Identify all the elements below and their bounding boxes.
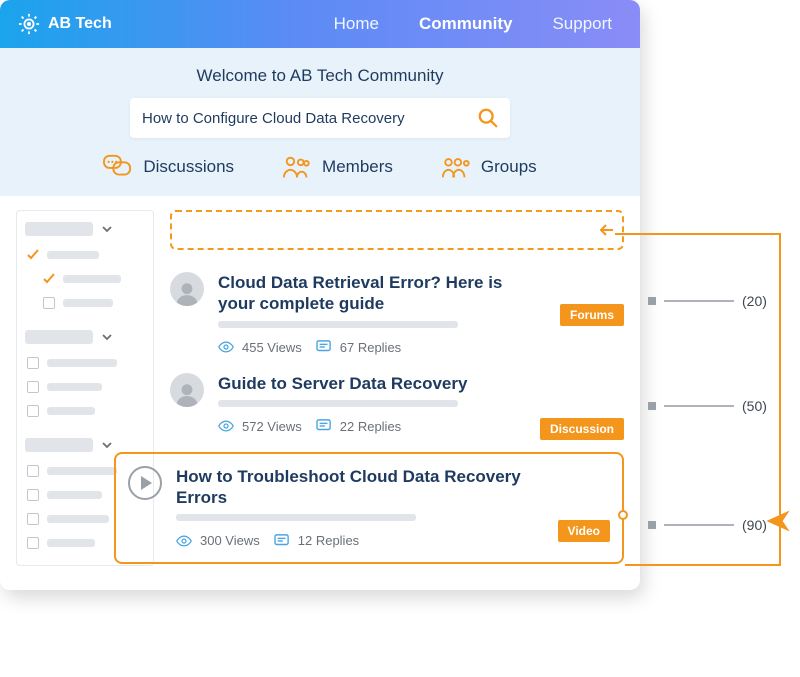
checkbox-icon bbox=[27, 381, 39, 393]
skeleton-line bbox=[218, 321, 458, 328]
nav-community[interactable]: Community bbox=[419, 14, 513, 34]
nav-support[interactable]: Support bbox=[552, 14, 612, 34]
avatar-icon bbox=[170, 272, 204, 306]
filter-group-header[interactable] bbox=[25, 327, 145, 347]
play-icon bbox=[128, 466, 162, 500]
members-icon bbox=[282, 154, 312, 180]
category-members[interactable]: Members bbox=[282, 154, 393, 180]
hero: Welcome to AB Tech Community Discussions bbox=[0, 48, 640, 196]
highlighted-result: How to Troubleshoot Cloud Data Recovery … bbox=[114, 452, 624, 565]
search-input[interactable] bbox=[142, 110, 452, 127]
search-button[interactable] bbox=[470, 102, 506, 134]
checkbox-icon bbox=[27, 489, 39, 501]
skeleton-line bbox=[176, 514, 416, 521]
category-groups[interactable]: Groups bbox=[441, 154, 537, 180]
filter-group-header[interactable] bbox=[25, 219, 145, 239]
views-count: 300 Views bbox=[200, 533, 260, 548]
brand: AB Tech bbox=[18, 13, 112, 35]
reply-icon bbox=[316, 340, 332, 354]
checkbox-icon bbox=[27, 357, 39, 369]
reply-icon bbox=[316, 419, 332, 433]
check-icon bbox=[27, 249, 39, 261]
check-icon bbox=[43, 273, 55, 285]
category-row: Discussions Members bbox=[24, 154, 616, 180]
filter-option[interactable] bbox=[25, 401, 145, 421]
search-icon bbox=[477, 107, 499, 129]
checkbox-icon bbox=[27, 465, 39, 477]
search-box bbox=[130, 98, 510, 138]
main-body: Cloud Data Retrieval Error? Here is your… bbox=[0, 196, 640, 590]
reply-icon bbox=[274, 534, 290, 548]
result-item[interactable]: Guide to Server Data Recovery 572 Views … bbox=[170, 373, 624, 434]
chevron-down-icon bbox=[101, 439, 113, 451]
checkbox-icon bbox=[27, 537, 39, 549]
result-item[interactable]: How to Troubleshoot Cloud Data Recovery … bbox=[128, 466, 610, 549]
chevron-down-icon bbox=[101, 223, 113, 235]
top-nav: AB Tech Home Community Support bbox=[0, 0, 640, 48]
skeleton-line bbox=[218, 400, 458, 407]
chevron-down-icon bbox=[101, 331, 113, 343]
result-title: Cloud Data Retrieval Error? Here is your… bbox=[218, 272, 518, 315]
category-label: Discussions bbox=[143, 157, 234, 177]
checkbox-icon bbox=[27, 513, 39, 525]
replies-count: 67 Replies bbox=[340, 340, 401, 355]
eye-icon bbox=[218, 419, 234, 433]
result-title: Guide to Server Data Recovery bbox=[218, 373, 614, 394]
views-count: 455 Views bbox=[242, 340, 302, 355]
filter-option[interactable] bbox=[25, 269, 145, 289]
category-label: Members bbox=[322, 157, 393, 177]
connector-arrow bbox=[610, 225, 795, 585]
replies-count: 12 Replies bbox=[298, 533, 359, 548]
brand-name: AB Tech bbox=[48, 15, 112, 33]
filter-option[interactable] bbox=[25, 245, 145, 265]
result-title: How to Troubleshoot Cloud Data Recovery … bbox=[176, 466, 576, 509]
result-stats: 455 Views 67 Replies bbox=[218, 340, 614, 355]
welcome-text: Welcome to AB Tech Community bbox=[24, 66, 616, 86]
checkbox-icon bbox=[27, 405, 39, 417]
filter-option[interactable] bbox=[25, 293, 145, 313]
groups-icon bbox=[441, 154, 471, 180]
eye-icon bbox=[218, 340, 234, 354]
eye-icon bbox=[176, 534, 192, 548]
app-window: AB Tech Home Community Support Welcome t… bbox=[0, 0, 640, 590]
checkbox-icon bbox=[43, 297, 55, 309]
category-label: Groups bbox=[481, 157, 537, 177]
gear-logo-icon bbox=[18, 13, 40, 35]
results: Cloud Data Retrieval Error? Here is your… bbox=[170, 210, 624, 566]
replies-count: 22 Replies bbox=[340, 419, 401, 434]
category-discussions[interactable]: Discussions bbox=[103, 154, 234, 180]
result-tag: Video bbox=[558, 520, 610, 542]
main-nav: Home Community Support bbox=[334, 14, 622, 34]
result-stats: 300 Views 12 Replies bbox=[176, 533, 600, 548]
nav-home[interactable]: Home bbox=[334, 14, 379, 34]
views-count: 572 Views bbox=[242, 419, 302, 434]
avatar-icon bbox=[170, 373, 204, 407]
drop-target[interactable] bbox=[170, 210, 624, 250]
filter-option[interactable] bbox=[25, 353, 145, 373]
result-item[interactable]: Cloud Data Retrieval Error? Here is your… bbox=[170, 272, 624, 355]
discussions-icon bbox=[103, 154, 133, 180]
filter-option[interactable] bbox=[25, 377, 145, 397]
